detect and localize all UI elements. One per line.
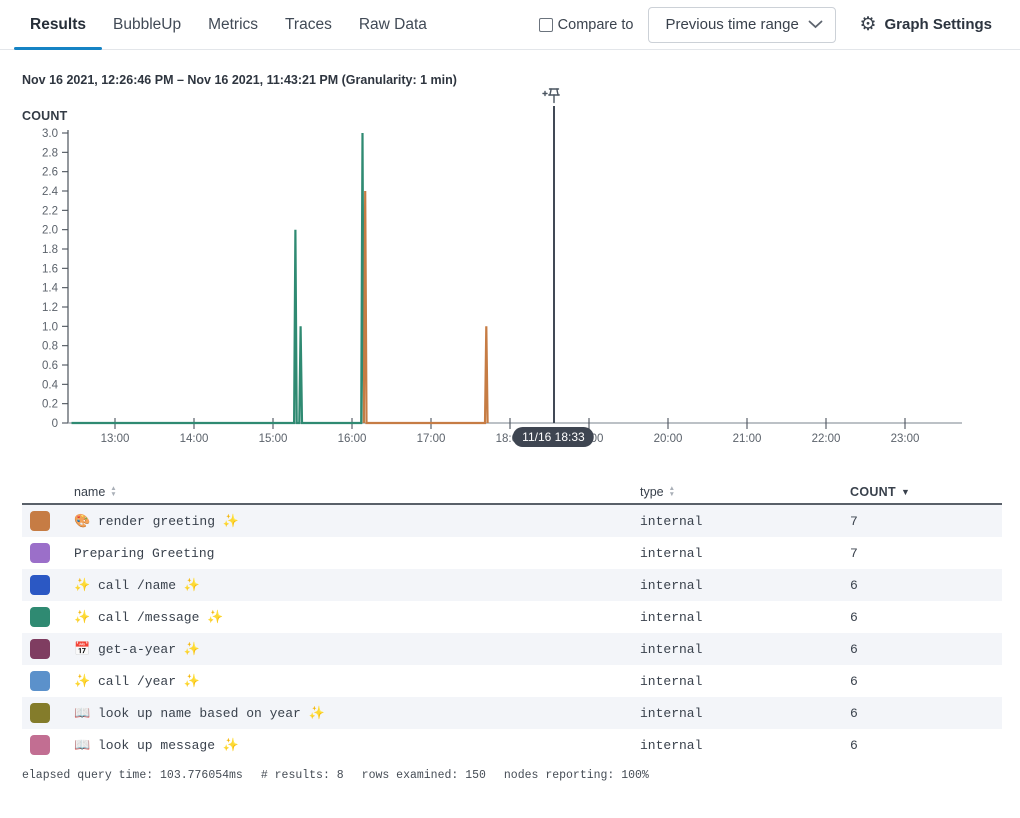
row-type: internal: [640, 546, 850, 561]
query-stat: nodes reporting: 100%: [504, 769, 649, 782]
chart-plot[interactable]: 0 0.2 0.4 0.6 0.8 1.0 1.2 1.4 1.6 1.8 2.0 2.2 2.4 2.6…: [0, 0, 1020, 460]
y-tick-label: 1.6: [42, 263, 58, 275]
y-tick-label: 1.2: [42, 302, 58, 314]
table-row[interactable]: 📅 get-a-year ✨internal6: [22, 633, 1002, 665]
table-row[interactable]: Preparing Greetinginternal7: [22, 537, 1002, 569]
y-tick-label: 2.4: [42, 186, 59, 198]
row-type: internal: [640, 578, 850, 593]
crosshair-line: [553, 106, 555, 423]
y-tick-label: 0.6: [42, 360, 58, 372]
row-count: 6: [850, 706, 1002, 721]
pin-icon[interactable]: [542, 88, 561, 104]
row-type: internal: [640, 674, 850, 689]
series-color-swatch[interactable]: [30, 671, 50, 691]
row-name: 📖 look up message ✨: [74, 738, 640, 753]
series-color-swatch[interactable]: [30, 607, 50, 627]
x-tick-label: 20:00: [654, 433, 683, 445]
series-color-swatch[interactable]: [30, 735, 50, 755]
sorted-desc-icon: ▼: [901, 487, 910, 497]
series-color-swatch[interactable]: [30, 511, 50, 531]
row-name: 🎨 render greeting ✨: [74, 514, 640, 529]
query-stat: rows examined: 150: [362, 769, 486, 782]
table-row[interactable]: ✨ call /year ✨internal6: [22, 665, 1002, 697]
row-count: 6: [850, 674, 1002, 689]
row-count: 6: [850, 738, 1002, 753]
row-type: internal: [640, 642, 850, 657]
y-tick-label: 0: [52, 418, 58, 430]
y-tick-label: 2.6: [42, 167, 58, 179]
column-header-count[interactable]: COUNT ▼: [850, 485, 1002, 499]
x-tick-label: 21:00: [733, 433, 762, 445]
y-tick-label: 0.2: [42, 399, 58, 411]
x-tick-label: 23:00: [891, 433, 920, 445]
query-results-page: ResultsBubbleUpMetricsTracesRaw Data Com…: [0, 0, 1020, 818]
x-tick-label: 22:00: [812, 433, 841, 445]
sort-desc-icon: ▼: [669, 492, 675, 498]
column-header-name-label: name: [74, 485, 105, 499]
row-count: 6: [850, 642, 1002, 657]
table-row[interactable]: 📖 look up message ✨internal6: [22, 729, 1002, 761]
row-type: internal: [640, 706, 850, 721]
y-tick-label: 3.0: [42, 128, 58, 140]
row-name: Preparing Greeting: [74, 546, 640, 561]
query-stats: elapsed query time: 103.776054ms # result…: [22, 769, 649, 782]
row-count: 7: [850, 546, 1002, 561]
y-tick-label: 2.2: [42, 205, 58, 217]
y-tick-label: 2.8: [42, 147, 58, 159]
y-tick-label: 1.4: [42, 283, 59, 295]
series-line: [72, 133, 364, 423]
row-name: ✨ call /year ✨: [74, 674, 640, 689]
row-count: 6: [850, 610, 1002, 625]
results-table: name ▲ ▼ type ▲ ▼ COUNT ▼ 🎨 render greet…: [22, 480, 1002, 761]
table-header-row: name ▲ ▼ type ▲ ▼ COUNT ▼: [22, 480, 1002, 505]
table-row[interactable]: 🎨 render greeting ✨internal7: [22, 505, 1002, 537]
series-color-swatch[interactable]: [30, 703, 50, 723]
sort-icon[interactable]: ▲ ▼: [110, 486, 116, 497]
series-color-swatch[interactable]: [30, 575, 50, 595]
series-line: [364, 191, 488, 423]
y-tick-label: 0.4: [42, 379, 59, 391]
row-name: ✨ call /message ✨: [74, 610, 640, 625]
x-tick-label: 16:00: [338, 433, 367, 445]
row-count: 7: [850, 514, 1002, 529]
crosshair-time-badge: 11/16 18:33: [513, 427, 594, 447]
row-name: 📖 look up name based on year ✨: [74, 706, 640, 721]
y-tick-label: 1.8: [42, 244, 58, 256]
row-count: 6: [850, 578, 1002, 593]
column-header-type-label: type: [640, 485, 664, 499]
x-tick-label: 17:00: [417, 433, 446, 445]
sort-desc-icon: ▼: [110, 492, 116, 498]
y-tick-label: 0.8: [42, 341, 58, 353]
x-tick-label: 15:00: [259, 433, 288, 445]
query-stat: elapsed query time: 103.776054ms: [22, 769, 243, 782]
column-header-name[interactable]: name ▲ ▼: [74, 485, 640, 499]
series-color-swatch[interactable]: [30, 543, 50, 563]
y-tick-label: 1.0: [42, 321, 58, 333]
query-stat: # results: 8: [261, 769, 344, 782]
series-color-swatch[interactable]: [30, 639, 50, 659]
y-tick-label: 2.0: [42, 225, 58, 237]
x-tick-label: 13:00: [101, 433, 130, 445]
row-name: 📅 get-a-year ✨: [74, 642, 640, 657]
column-header-count-label: COUNT: [850, 485, 896, 499]
table-row[interactable]: ✨ call /name ✨internal6: [22, 569, 1002, 601]
row-type: internal: [640, 514, 850, 529]
table-body: 🎨 render greeting ✨internal7Preparing Gr…: [22, 505, 1002, 761]
row-name: ✨ call /name ✨: [74, 578, 640, 593]
column-header-type[interactable]: type ▲ ▼: [640, 485, 850, 499]
table-row[interactable]: ✨ call /message ✨internal6: [22, 601, 1002, 633]
table-row[interactable]: 📖 look up name based on year ✨internal6: [22, 697, 1002, 729]
row-type: internal: [640, 738, 850, 753]
row-type: internal: [640, 610, 850, 625]
sort-icon[interactable]: ▲ ▼: [669, 486, 675, 497]
x-tick-label: 14:00: [180, 433, 209, 445]
